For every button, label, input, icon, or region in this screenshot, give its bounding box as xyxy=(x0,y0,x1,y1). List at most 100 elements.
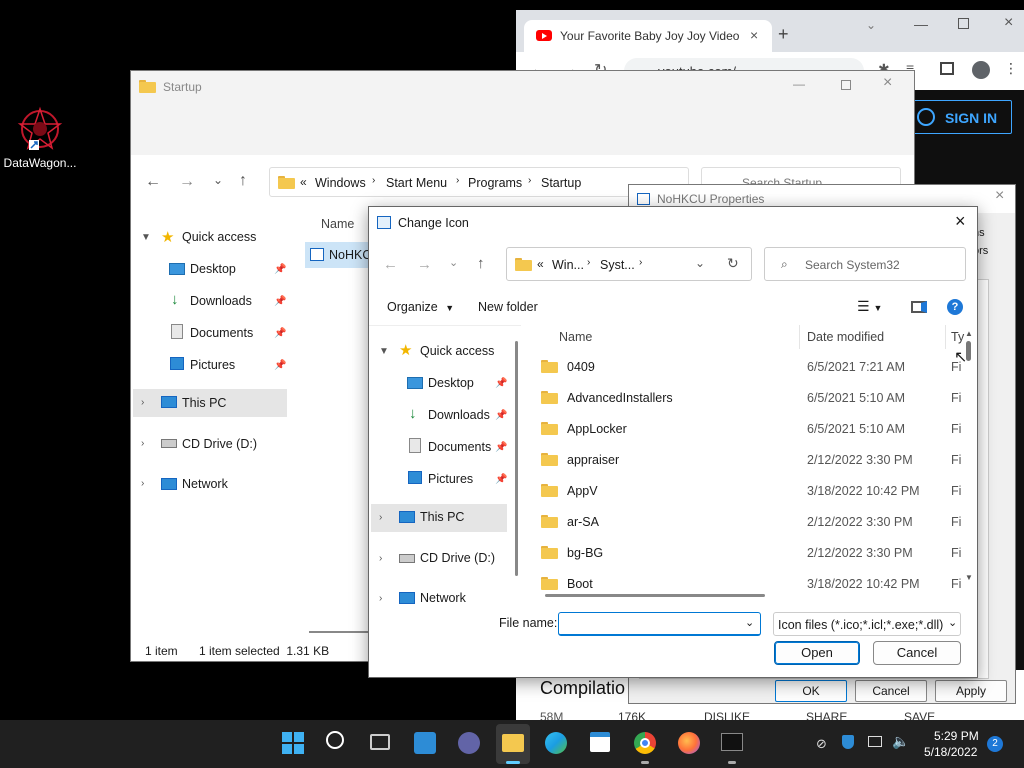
nav-this-pc-row[interactable]: › This PC xyxy=(133,389,287,417)
clock-date[interactable]: 5/18/2022 xyxy=(924,745,977,759)
expand-chevron-icon[interactable]: › xyxy=(141,397,144,408)
start-button[interactable] xyxy=(282,732,304,754)
nav-this-pc-row[interactable]: › This PC xyxy=(371,504,507,532)
nav-quick-access[interactable]: Quick access xyxy=(182,230,256,244)
tab-close-icon[interactable]: × xyxy=(750,27,758,43)
minimize-icon[interactable]: — xyxy=(914,16,928,32)
scroll-down-icon[interactable]: ▼ xyxy=(965,573,973,582)
file-explorer-taskbar-icon[interactable] xyxy=(496,724,530,764)
nav-quick-access[interactable]: Quick access xyxy=(420,344,494,358)
maximize-icon[interactable] xyxy=(958,18,969,29)
desktop-shortcut[interactable]: DataWagon... xyxy=(2,104,78,174)
column-name[interactable]: Name xyxy=(321,217,354,231)
explorer-file-item[interactable]: NoHKCU xyxy=(305,242,380,268)
nav-pictures[interactable]: Pictures xyxy=(190,358,235,372)
profile-icon[interactable] xyxy=(972,61,990,79)
properties-ok-button[interactable]: OK xyxy=(775,680,847,702)
breadcrumb-item[interactable]: Windows xyxy=(315,176,366,190)
dialog-breadcrumb[interactable]: « Win... › Syst... › ⌄ ↻ xyxy=(506,247,752,281)
column-type[interactable]: Ty xyxy=(951,330,964,344)
close-icon[interactable]: × xyxy=(1004,14,1013,32)
widgets-icon[interactable] xyxy=(414,732,436,754)
nav-network[interactable]: Network xyxy=(182,477,228,491)
chevron-down-icon[interactable]: ⌄ xyxy=(745,616,754,629)
breadcrumb-item[interactable]: Programs xyxy=(468,176,522,190)
display-tray-icon[interactable] xyxy=(868,736,882,747)
maximize-icon[interactable] xyxy=(841,80,851,90)
file-row[interactable]: AppLocker 6/5/2021 5:10 AM Fi xyxy=(527,414,967,445)
close-icon[interactable]: × xyxy=(955,211,966,232)
scroll-up-icon[interactable]: ▲ xyxy=(965,329,973,338)
up-icon[interactable]: ↑ xyxy=(239,172,247,190)
breadcrumb-item[interactable]: Start Menu xyxy=(386,176,447,190)
file-row[interactable]: AdvancedInstallers 6/5/2021 5:10 AM Fi xyxy=(527,383,967,414)
refresh-icon[interactable]: ↻ xyxy=(727,255,739,272)
expand-chevron-icon[interactable]: ▼ xyxy=(379,346,389,357)
like-count[interactable]: 176K xyxy=(618,710,646,720)
nav-downloads[interactable]: Downloads xyxy=(190,294,252,308)
expand-chevron-icon[interactable]: › xyxy=(379,512,382,523)
chrome-icon[interactable] xyxy=(634,732,656,754)
chat-icon[interactable] xyxy=(458,732,480,754)
search-icon[interactable] xyxy=(326,731,344,749)
nav-desktop[interactable]: Desktop xyxy=(428,376,474,390)
store-icon[interactable] xyxy=(590,732,610,752)
file-name-input[interactable]: ⌄ xyxy=(558,612,761,636)
file-row[interactable]: appraiser 2/12/2022 3:30 PM Fi xyxy=(527,445,967,476)
nav-documents[interactable]: Documents xyxy=(190,326,253,340)
terminal-icon[interactable] xyxy=(721,733,743,751)
properties-cancel-button[interactable]: Cancel xyxy=(855,680,927,702)
organize-button[interactable]: Organize ▼ xyxy=(387,300,454,314)
minimize-icon[interactable]: — xyxy=(793,77,805,91)
address-dropdown-icon[interactable]: ⌄ xyxy=(695,256,705,270)
expand-chevron-icon[interactable]: › xyxy=(379,553,382,564)
view-options-icon[interactable]: ☰ ▼ xyxy=(857,298,882,315)
expand-chevron-icon[interactable]: › xyxy=(141,438,144,449)
back-icon[interactable]: ← xyxy=(383,256,398,273)
network-tray-icon[interactable]: ⊘ xyxy=(816,736,827,752)
file-type-select[interactable]: Icon files (*.ico;*.icl;*.exe;*.dll) ⌄ xyxy=(773,612,961,636)
close-icon[interactable]: × xyxy=(995,187,1004,205)
explorer-hscroll[interactable] xyxy=(309,631,369,633)
nav-cd-drive[interactable]: CD Drive (D:) xyxy=(182,437,257,451)
expand-chevron-icon[interactable]: › xyxy=(379,593,382,604)
new-folder-button[interactable]: New folder xyxy=(478,300,538,314)
task-view-icon[interactable] xyxy=(370,734,390,750)
breadcrumb-item[interactable]: Startup xyxy=(541,176,581,190)
recent-chevron-icon[interactable]: ⌄ xyxy=(449,256,458,269)
browser-tab[interactable]: Your Favorite Baby Joy Joy Video × xyxy=(524,20,772,52)
notification-badge[interactable]: 2 xyxy=(987,736,1003,752)
recent-chevron-icon[interactable]: ⌄ xyxy=(213,173,223,187)
preview-pane-icon[interactable] xyxy=(911,301,927,313)
dislike-label[interactable]: DISLIKE xyxy=(704,710,750,720)
properties-apply-button[interactable]: Apply xyxy=(935,680,1007,702)
nav-desktop[interactable]: Desktop xyxy=(190,262,236,276)
breadcrumb-item[interactable]: Syst... xyxy=(600,258,635,272)
forward-icon[interactable]: → xyxy=(179,173,195,191)
up-icon[interactable]: ↑ xyxy=(477,255,485,272)
file-list-hscroll[interactable] xyxy=(545,594,765,597)
expand-chevron-icon[interactable]: › xyxy=(141,478,144,489)
edge-icon[interactable] xyxy=(545,732,567,754)
file-row[interactable]: AppV 3/18/2022 10:42 PM Fi xyxy=(527,476,967,507)
firefox-icon[interactable] xyxy=(678,732,700,754)
sidepanel-icon[interactable] xyxy=(940,62,954,75)
change-icon-dialog[interactable]: Change Icon × ← → ⌄ ↑ « Win... › Syst...… xyxy=(368,206,978,678)
breadcrumb-item[interactable]: Win... xyxy=(552,258,584,272)
sign-in-button[interactable]: SIGN IN xyxy=(908,100,1012,134)
file-row[interactable]: ar-SA 2/12/2022 3:30 PM Fi xyxy=(527,507,967,538)
close-icon[interactable]: × xyxy=(883,74,892,92)
nav-cd-drive[interactable]: CD Drive (D:) xyxy=(420,551,495,565)
help-icon[interactable]: ? xyxy=(947,299,963,315)
nav-pictures[interactable]: Pictures xyxy=(428,472,473,486)
dialog-nav-scrollbar[interactable] xyxy=(515,341,518,576)
tab-search-icon[interactable]: ⌄ xyxy=(866,18,876,32)
new-tab-icon[interactable]: + xyxy=(778,24,789,45)
nav-downloads[interactable]: Downloads xyxy=(428,408,490,422)
dialog-search[interactable]: ⌕ Search System32 xyxy=(764,247,966,281)
nav-network[interactable]: Network xyxy=(420,591,466,605)
back-icon[interactable]: ← xyxy=(145,173,161,191)
file-row[interactable]: bg-BG 2/12/2022 3:30 PM Fi xyxy=(527,538,967,569)
nav-documents[interactable]: Documents xyxy=(428,440,491,454)
column-name[interactable]: Name xyxy=(559,330,592,344)
